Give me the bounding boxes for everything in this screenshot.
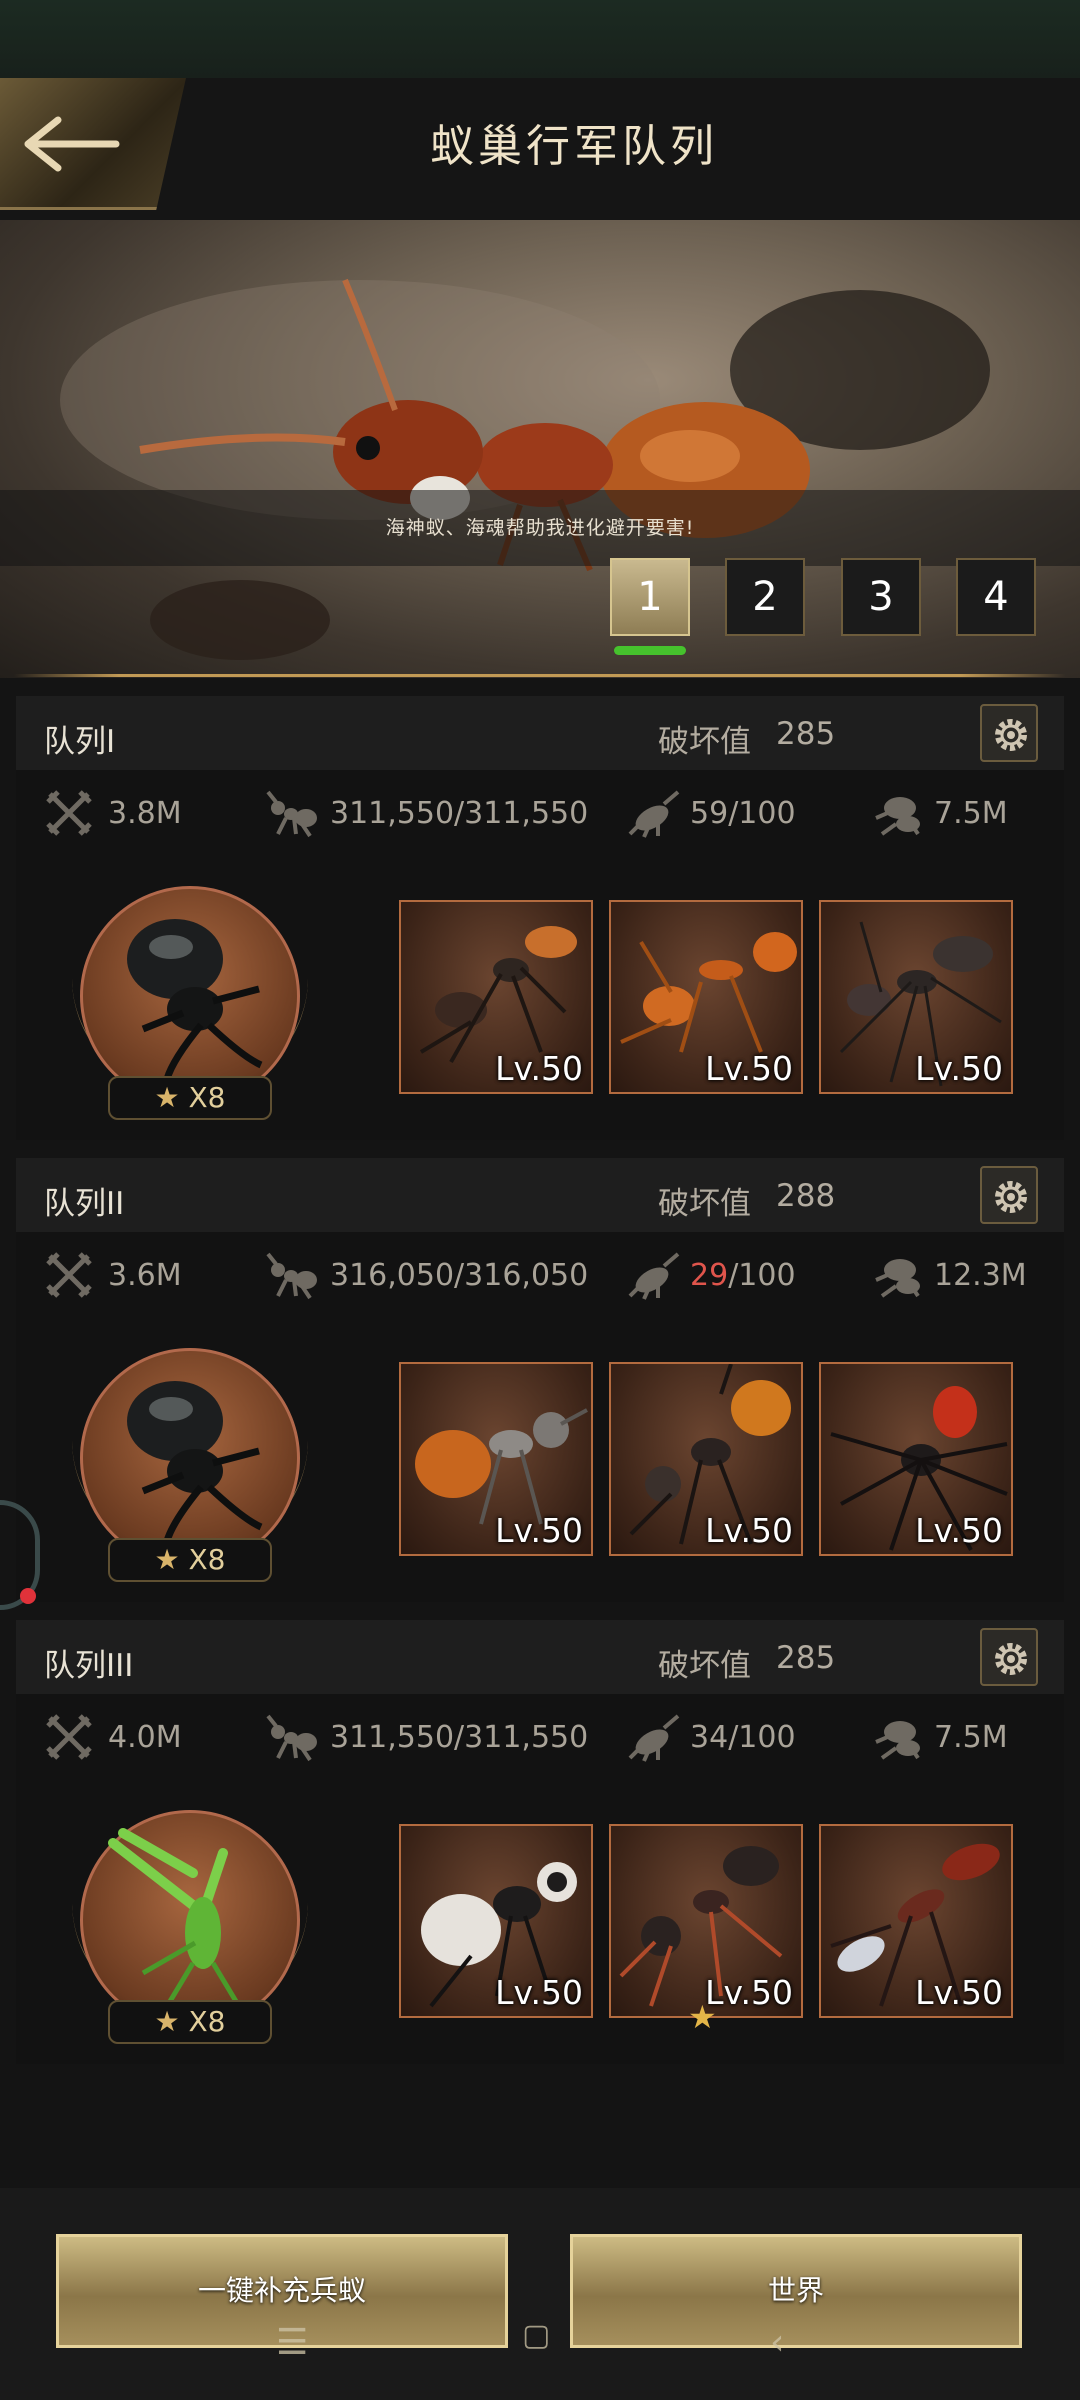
gear-icon [995,1643,1027,1675]
load-icon [875,797,920,836]
unit-slot-3[interactable]: Lv.50 [819,1362,1013,1556]
squad-settings-button[interactable] [980,704,1038,762]
banner-caption: 海神蚁、海魂帮助我进化避开要害! [0,490,1080,566]
unit-level: Lv.50 [915,1511,1003,1550]
gear-icon [995,1181,1027,1213]
capacity-value: 34/100 [690,1720,796,1755]
unit-level: Lv.50 [495,1049,583,1088]
star-icon: ★ [154,2005,180,2038]
stag-beetle-icon [127,1381,263,1543]
unit-slot-2[interactable]: Lv.50 [609,900,803,1094]
star-icon: ★ [154,1543,180,1576]
stag-beetle-icon [127,919,263,1081]
squad-card-2: 队列II 破坏值 288 3.6M 316,050/316,050 29/100… [16,1158,1064,1602]
squad-name: 队列II [44,1186,125,1222]
squad-header: 队列III 破坏值 285 [16,1620,1064,1694]
troops-value: 316,050/316,050 [330,1258,589,1293]
hero-stars: X8 [188,1081,226,1114]
capacity-current: 29 [690,1258,729,1293]
attack-value: 3.8M [108,796,182,831]
squad-settings-button[interactable] [980,1166,1038,1224]
notification-dot [20,1588,36,1604]
ant-troops-icon [266,1252,317,1300]
hero-stars: X8 [188,1543,226,1576]
hero-star-badge: ★ X8 [108,1076,272,1120]
star-icon: ★ [154,1081,180,1114]
hero-portrait[interactable] [80,1348,300,1568]
unit-level: Lv.50 [915,1049,1003,1088]
unit-slot-1[interactable]: Lv.50 [399,1362,593,1556]
crossed-swords-icon [46,790,92,836]
tab-4[interactable]: 4 [956,558,1036,636]
tab-3[interactable]: 3 [841,558,921,636]
troops-value: 311,550/311,550 [330,796,589,831]
unit-slot-1[interactable]: Lv.50 [399,900,593,1094]
menu-icon[interactable]: ☰ [276,2322,308,2363]
load-value: 7.5M [934,1720,1008,1755]
unit-level: Lv.50 [915,1973,1003,2012]
hero-portrait[interactable] [80,1810,300,2030]
unit-slot-3[interactable]: Lv.50 [819,900,1013,1094]
star-icon: ★ [688,1998,717,2036]
capacity-max: /100 [728,1720,796,1755]
attack-value: 3.6M [108,1258,182,1293]
hero-portrait[interactable] [80,886,300,1106]
load-value: 12.3M [934,1258,1027,1293]
unit-slot-2[interactable]: Lv.50 [609,1362,803,1556]
capacity-max: /100 [728,796,796,831]
squad-header: 队列II 破坏值 288 [16,1158,1064,1232]
unit-level: Lv.50 [495,1511,583,1550]
squad-settings-button[interactable] [980,1628,1038,1686]
beetle-capacity-icon [628,790,680,838]
load-icon [875,1721,920,1760]
unit-level: Lv.50 [705,1973,793,2012]
squad-name: 队列I [44,724,116,760]
power-value: 285 [776,716,836,752]
page-title: 蚁巢行军队列 [430,121,718,172]
home-icon[interactable]: ▢ [522,2318,550,2353]
hero-star-badge: ★ X8 [108,1538,272,1582]
capacity-value: 59/100 [690,796,796,831]
power-label: 破坏值 [658,724,751,760]
load-value: 7.5M [934,796,1008,831]
praying-mantis-icon [108,1828,246,2015]
crossed-swords-icon [46,1714,92,1760]
active-tab-indicator [614,646,686,655]
load-icon [875,1259,920,1298]
power-value: 285 [776,1640,836,1676]
power-value: 288 [776,1178,836,1214]
beetle-capacity-icon [628,1252,680,1300]
gear-icon [995,719,1027,751]
back-nav-icon[interactable]: ‹ [770,2322,784,2363]
unit-level: Lv.50 [495,1973,583,2012]
hero-star-badge: ★ X8 [108,2000,272,2044]
power-label: 破坏值 [658,1186,751,1222]
tab-2[interactable]: 2 [725,558,805,636]
crossed-swords-icon [46,1252,92,1298]
capacity-current: 59 [690,796,729,831]
ant-troops-icon [266,1714,317,1762]
status-bar [0,0,1080,78]
capacity-value: 29/100 [690,1258,796,1293]
unit-slot-3[interactable]: Lv.50 [819,1824,1013,2018]
divider [14,674,1066,677]
world-button[interactable]: 世界 [570,2234,1022,2348]
ant-troops-icon [266,790,317,838]
squad-header: 队列I 破坏值 285 [16,696,1064,770]
unit-slot-1[interactable]: Lv.50 [399,1824,593,2018]
attack-value: 4.0M [108,1720,182,1755]
squad-card-1: 队列I 破坏值 285 3.8M 311,550/311,550 59/100 … [16,696,1064,1140]
beetle-capacity-icon [628,1714,680,1762]
unit-level: Lv.50 [705,1049,793,1088]
unit-slot-2[interactable]: Lv.50 [609,1824,803,2018]
power-label: 破坏值 [658,1648,751,1684]
unit-level: Lv.50 [705,1511,793,1550]
hero-stars: X8 [188,2005,226,2038]
troops-value: 311,550/311,550 [330,1720,589,1755]
squad-name: 队列III [44,1648,134,1684]
capacity-current: 34 [690,1720,729,1755]
capacity-max: /100 [728,1258,796,1293]
tab-1[interactable]: 1 [610,558,690,636]
squad-card-3: 队列III 破坏值 285 4.0M 311,550/311,550 34/10… [16,1620,1064,2064]
